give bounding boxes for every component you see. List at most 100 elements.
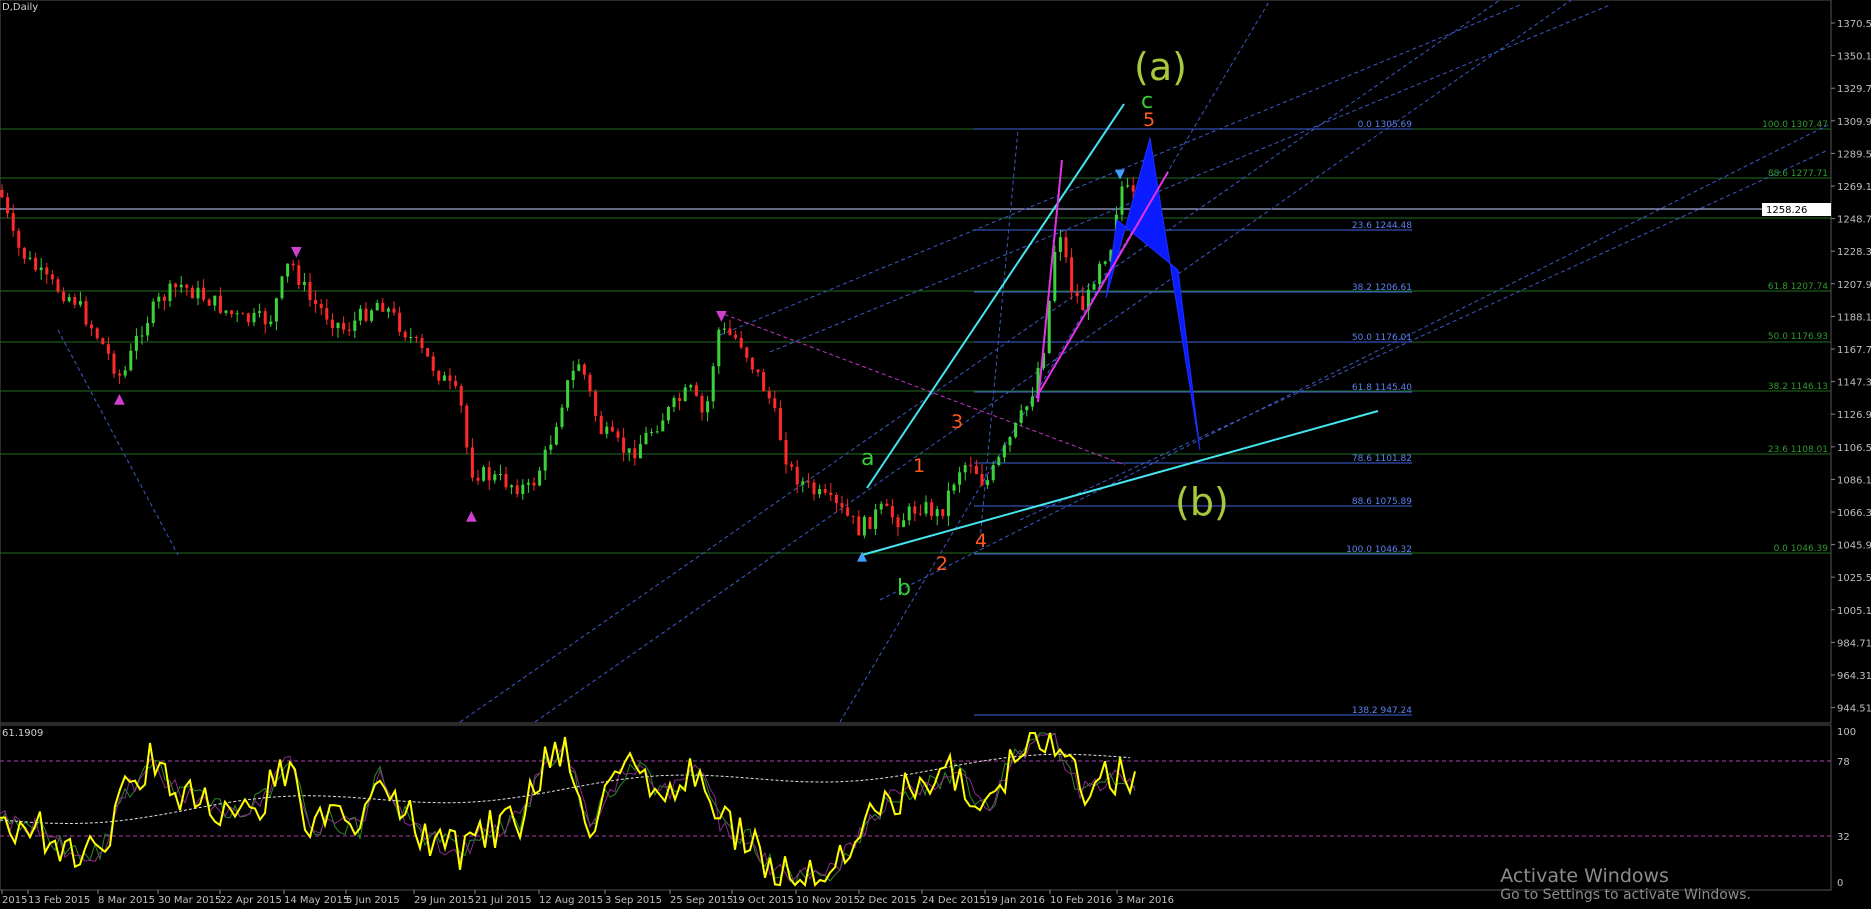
price-tick-label: 984.71 (1837, 638, 1871, 649)
candle-body (510, 485, 514, 488)
time-axis: 2015 13 Feb 2015 8 Mar 2015 30 Mar 201522 A… (1, 890, 1174, 906)
candle-body (1002, 445, 1006, 458)
candle-body (1081, 296, 1085, 311)
candle-body (812, 482, 816, 495)
candle-body (258, 311, 262, 313)
candle-body (241, 313, 245, 315)
price-tick-label: 1045.91 (1837, 541, 1871, 552)
candle-body (454, 380, 458, 387)
candle-body (202, 287, 206, 300)
osc-tick: 32 (1837, 832, 1850, 843)
time-tick-label: 19 Oct 2015 (732, 895, 794, 906)
candle-body (1014, 422, 1018, 438)
candle-body (683, 387, 687, 401)
price-tick-label: 1329.71 (1837, 84, 1871, 95)
price-tick-label: 1350.11 (1837, 52, 1871, 63)
candle-body (896, 517, 900, 528)
candle-body (325, 308, 329, 320)
candle-body (101, 338, 105, 345)
candle-body (336, 322, 340, 329)
candle-body (694, 385, 698, 396)
candle-body (218, 295, 222, 313)
candle-body (224, 310, 228, 313)
candle-body (952, 484, 956, 491)
candle-body (263, 311, 267, 325)
candle-body (129, 350, 133, 371)
oscillator-value: 61.1909 (2, 728, 43, 739)
time-tick-label: 12 Aug 2015 (539, 895, 603, 906)
candle-body (498, 474, 502, 476)
candle-body (689, 385, 693, 388)
candle-body (190, 287, 194, 299)
candle-body (50, 274, 54, 280)
osc-tick: 0 (1837, 878, 1843, 889)
candle-body (252, 312, 256, 323)
watermark-title: Activate Windows (1500, 865, 1669, 887)
candle-body (358, 308, 362, 321)
watermark-subtitle: Go to Settings to activate Windows. (1500, 887, 1751, 903)
fib-label: 100.0 1307.47 (1762, 120, 1828, 130)
candle-body (246, 313, 250, 323)
windows-activation-watermark: Activate Windows Go to Settings to activ… (1500, 865, 1751, 903)
price-tick-label: 1086.11 (1837, 475, 1871, 486)
price-axis: 1370.51 1350.11 1329.71 1309.91 1289.51 1269.… (1831, 19, 1871, 715)
candle-body (157, 296, 161, 302)
candle-body (722, 328, 726, 330)
price-tick-label: 1005.11 (1837, 606, 1871, 617)
arrow-down-icon: ▼ (291, 244, 302, 260)
candle-body (890, 506, 894, 518)
candle-body (330, 319, 334, 329)
candle-body (442, 375, 446, 381)
candle-body (482, 467, 486, 481)
candle-body (728, 328, 732, 335)
fib-label: 78.6 1101.82 (1352, 454, 1412, 464)
candle-body (924, 502, 928, 514)
candle-body (913, 506, 917, 514)
fib-label: 23.6 1244.48 (1352, 221, 1412, 231)
time-tick-label: 3 Mar 2016 (1117, 895, 1174, 906)
candle-body (487, 467, 491, 481)
candle-body (123, 370, 127, 376)
candle-body (151, 301, 155, 324)
candle-body (140, 335, 144, 337)
candle-body (633, 448, 637, 459)
candle-body (773, 398, 777, 409)
candle-body (465, 405, 469, 448)
arrow-down-icon: ▼ (1115, 167, 1125, 182)
candle-body (790, 464, 794, 467)
fib-label: 23.6 1108.01 (1768, 445, 1828, 455)
fib-label: 100.0 1046.32 (1346, 545, 1412, 555)
price-tick-label: 1188.11 (1837, 312, 1871, 323)
wave-label-big-a: (a) (1134, 45, 1187, 89)
candle-body (459, 386, 463, 406)
candle-body (314, 299, 318, 305)
fib-label: 88.6 1277.71 (1768, 169, 1828, 179)
candle-body (599, 415, 603, 434)
candle-body (739, 337, 743, 348)
fib-label: 138.2 947.24 (1352, 706, 1412, 716)
candle-body (286, 263, 290, 277)
candle-body (353, 320, 357, 331)
candle-body (1030, 396, 1034, 407)
price-tick-label: 944.51 (1837, 704, 1871, 715)
candle-body (392, 308, 396, 313)
candle-body (1131, 185, 1135, 192)
candle-body (146, 323, 150, 336)
candle-body (566, 380, 570, 408)
candle-body (997, 457, 1001, 466)
candle-body (582, 364, 586, 375)
candle-body (134, 335, 138, 351)
candle-body (386, 308, 390, 312)
candle-body (879, 503, 883, 510)
price-tick-label: 1167.71 (1837, 345, 1871, 356)
fib-label: 50.0 1176.01 (1352, 333, 1412, 343)
time-tick-label: 3 Sep 2015 (605, 895, 662, 906)
candle-body (34, 257, 38, 271)
price-tick-label: 1106.51 (1837, 443, 1871, 454)
time-tick-label: 21 Jul 2015 (475, 895, 532, 906)
price-chart[interactable]: D,Daily ▼ ▲ ▲ ▼ ▲ ▼ (a) (b) a b c 1 2 3 … (0, 0, 1871, 909)
time-tick-label: 10 Nov 2015 (796, 895, 860, 906)
candle-body (846, 507, 850, 516)
candle-body (381, 302, 385, 312)
time-tick-label: 2015 (2, 895, 27, 906)
